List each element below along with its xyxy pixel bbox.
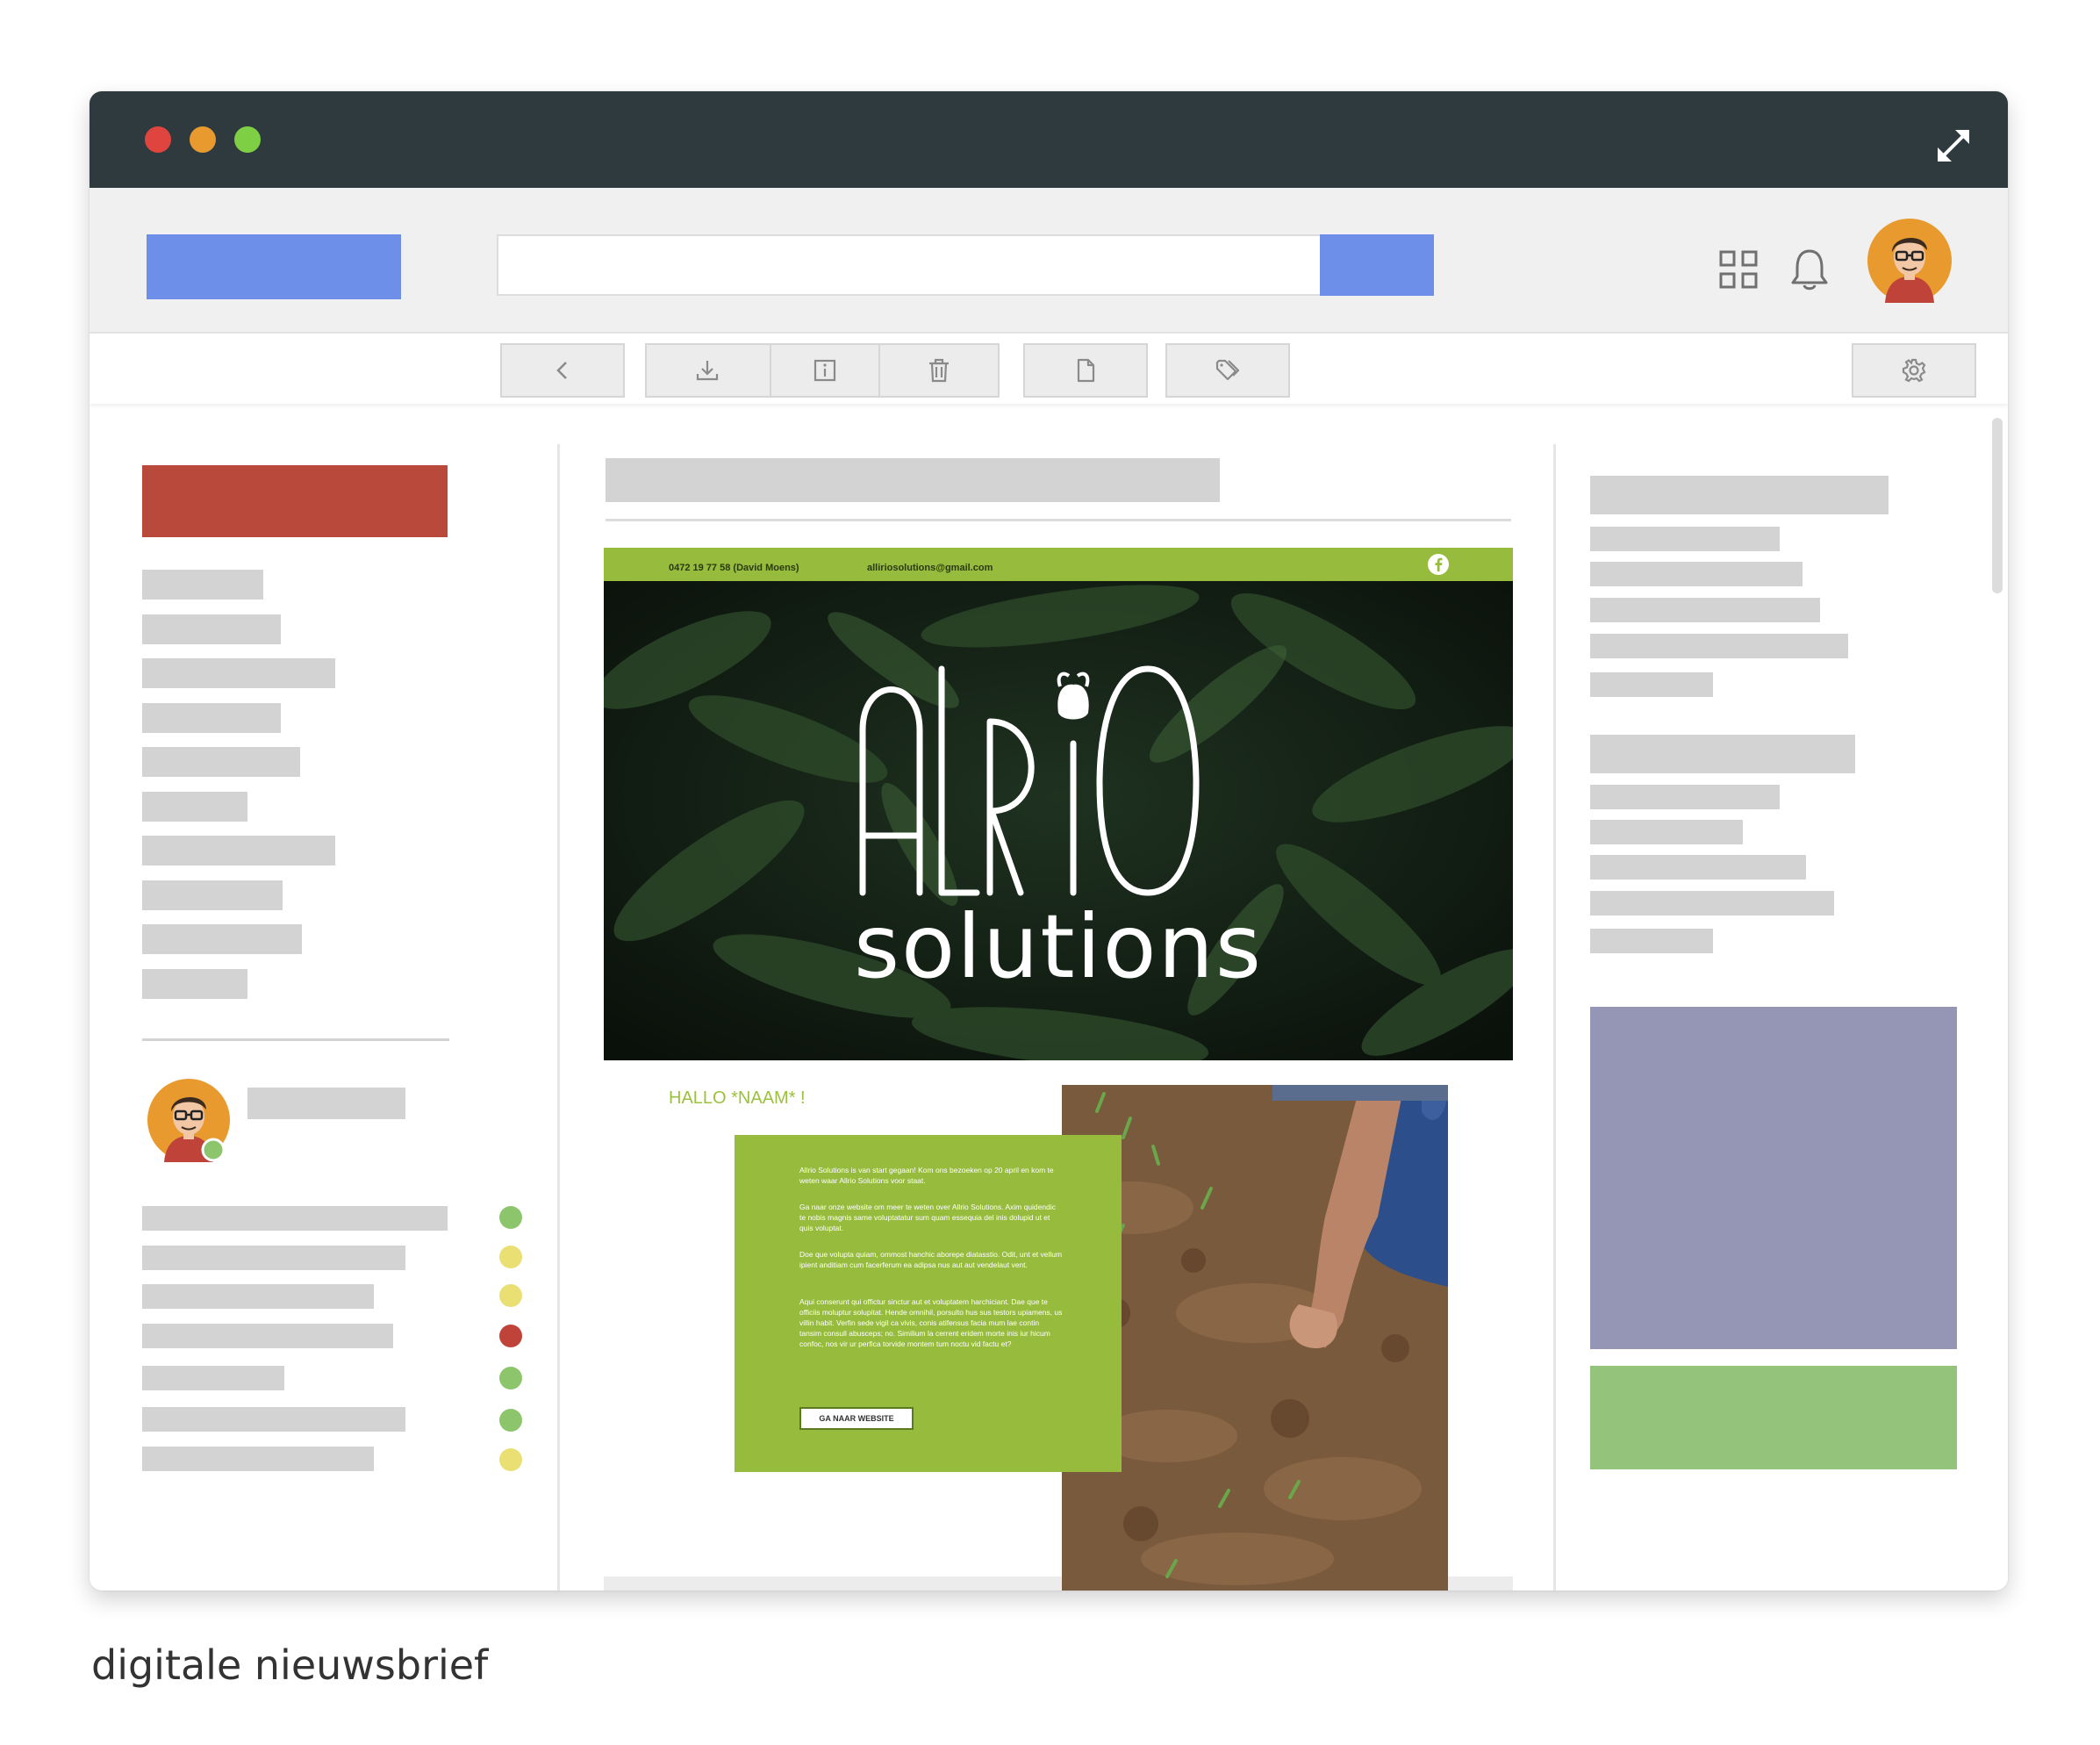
contact-list-item[interactable]: [142, 1324, 393, 1348]
title-bar: [90, 91, 2008, 188]
newsletter-logo-subtitle: solutions: [853, 895, 1264, 998]
caption: digitale nieuwsbrief: [91, 1641, 489, 1689]
sidebar-item[interactable]: [142, 703, 281, 733]
contact-list-item[interactable]: [142, 1407, 405, 1432]
panel-heading: [1590, 735, 1855, 773]
sidebar-item[interactable]: [142, 880, 283, 910]
delete-button[interactable]: [880, 343, 998, 398]
panel-line: [1590, 672, 1713, 697]
app-logo[interactable]: [147, 234, 401, 299]
bell-icon[interactable]: [1789, 247, 1830, 292]
newsletter-text-card: Allrio Solutions is van start gegaan! Ko…: [735, 1135, 1122, 1472]
ad-banner-small[interactable]: [1590, 1366, 1957, 1469]
email-header-divider: [606, 519, 1511, 521]
status-dot-away: [499, 1246, 522, 1268]
newsletter-footer-strip: [1448, 1576, 1513, 1591]
go-to-website-button[interactable]: GA NAAR WEBSITE: [799, 1407, 914, 1430]
sidebar-item[interactable]: [142, 836, 335, 865]
newsletter-paragraph: Allrio Solutions is van start gegaan! Ko…: [799, 1166, 1054, 1185]
contact-list-item[interactable]: [142, 1447, 374, 1471]
contact-list-item[interactable]: [142, 1246, 405, 1270]
scrollbar[interactable]: [1992, 418, 2003, 593]
maximize-icon[interactable]: [234, 126, 261, 153]
minimize-icon[interactable]: [190, 126, 216, 153]
grid-icon[interactable]: [1718, 249, 1759, 290]
sidebar-item[interactable]: [142, 570, 263, 600]
status-dot-away: [499, 1448, 522, 1471]
newsletter-email[interactable]: alliriosolutions@gmail.com: [867, 563, 993, 573]
panel-line: [1590, 785, 1780, 809]
top-bar: [90, 188, 2008, 334]
status-dot-busy: [499, 1325, 522, 1347]
contact-list-item[interactable]: [142, 1284, 374, 1309]
document-icon: [1077, 358, 1095, 383]
tag-icon: [1215, 359, 1240, 381]
panel-line: [1590, 855, 1806, 880]
newsletter-footer-strip: [604, 1576, 1062, 1591]
column-divider: [557, 444, 560, 1591]
download-button[interactable]: [645, 343, 770, 398]
contact-list-item[interactable]: [142, 1206, 448, 1231]
contact-name: [247, 1088, 405, 1119]
close-icon[interactable]: [145, 126, 171, 153]
panel-heading: [1590, 476, 1889, 514]
search-button[interactable]: [1320, 234, 1434, 296]
panel-line: [1590, 598, 1820, 622]
status-dot-away: [499, 1284, 522, 1307]
panel-line: [1590, 820, 1743, 844]
contact-avatar[interactable]: [147, 1078, 231, 1162]
panel-line: [1590, 562, 1803, 586]
facebook-icon[interactable]: [1427, 553, 1450, 576]
newsletter-phone: 0472 19 77 58 (David Moens): [669, 563, 799, 573]
panel-line: [1590, 527, 1780, 551]
status-dot-online: [499, 1409, 522, 1432]
newsletter-paragraph: Aqui conserunt qui offictur sinctur aut …: [799, 1297, 1063, 1348]
gear-icon: [1902, 358, 1926, 383]
avatar[interactable]: [1867, 219, 1952, 303]
search-input[interactable]: [497, 234, 1322, 296]
tag-button[interactable]: [1165, 343, 1290, 398]
newsletter-paragraph: Doe que volupta quiam, ommost hanchic ab…: [799, 1250, 1063, 1269]
column-divider: [1553, 444, 1556, 1591]
panel-line: [1590, 891, 1834, 916]
trash-icon: [929, 358, 949, 383]
settings-button[interactable]: [1852, 343, 1976, 398]
panel-line: [1590, 634, 1848, 658]
info-icon: [813, 359, 836, 382]
panel-line: [1590, 929, 1713, 953]
sidebar-item[interactable]: [142, 924, 302, 954]
newsletter-paragraph: Ga naar onze website om meer te weten ov…: [799, 1203, 1056, 1232]
back-icon: [556, 362, 567, 379]
compose-button[interactable]: [142, 465, 448, 537]
status-dot-online: [499, 1206, 522, 1229]
sidebar-divider: [142, 1038, 449, 1041]
sidebar-item[interactable]: [142, 969, 247, 999]
status-dot-online: [499, 1367, 522, 1390]
download-icon: [696, 361, 719, 381]
info-button[interactable]: [771, 343, 878, 398]
ad-banner[interactable]: [1590, 1007, 1957, 1349]
email-subject: [606, 458, 1220, 502]
sidebar-item[interactable]: [142, 792, 247, 822]
newsletter-greeting: HALLO *NAAM* !: [669, 1088, 806, 1108]
contact-list-item[interactable]: [142, 1366, 284, 1390]
sidebar-item[interactable]: [142, 614, 281, 644]
back-button[interactable]: [500, 343, 625, 398]
expand-icon[interactable]: [1934, 126, 1973, 165]
sidebar-item[interactable]: [142, 658, 335, 688]
sidebar-item[interactable]: [142, 747, 300, 777]
document-button[interactable]: [1023, 343, 1148, 398]
